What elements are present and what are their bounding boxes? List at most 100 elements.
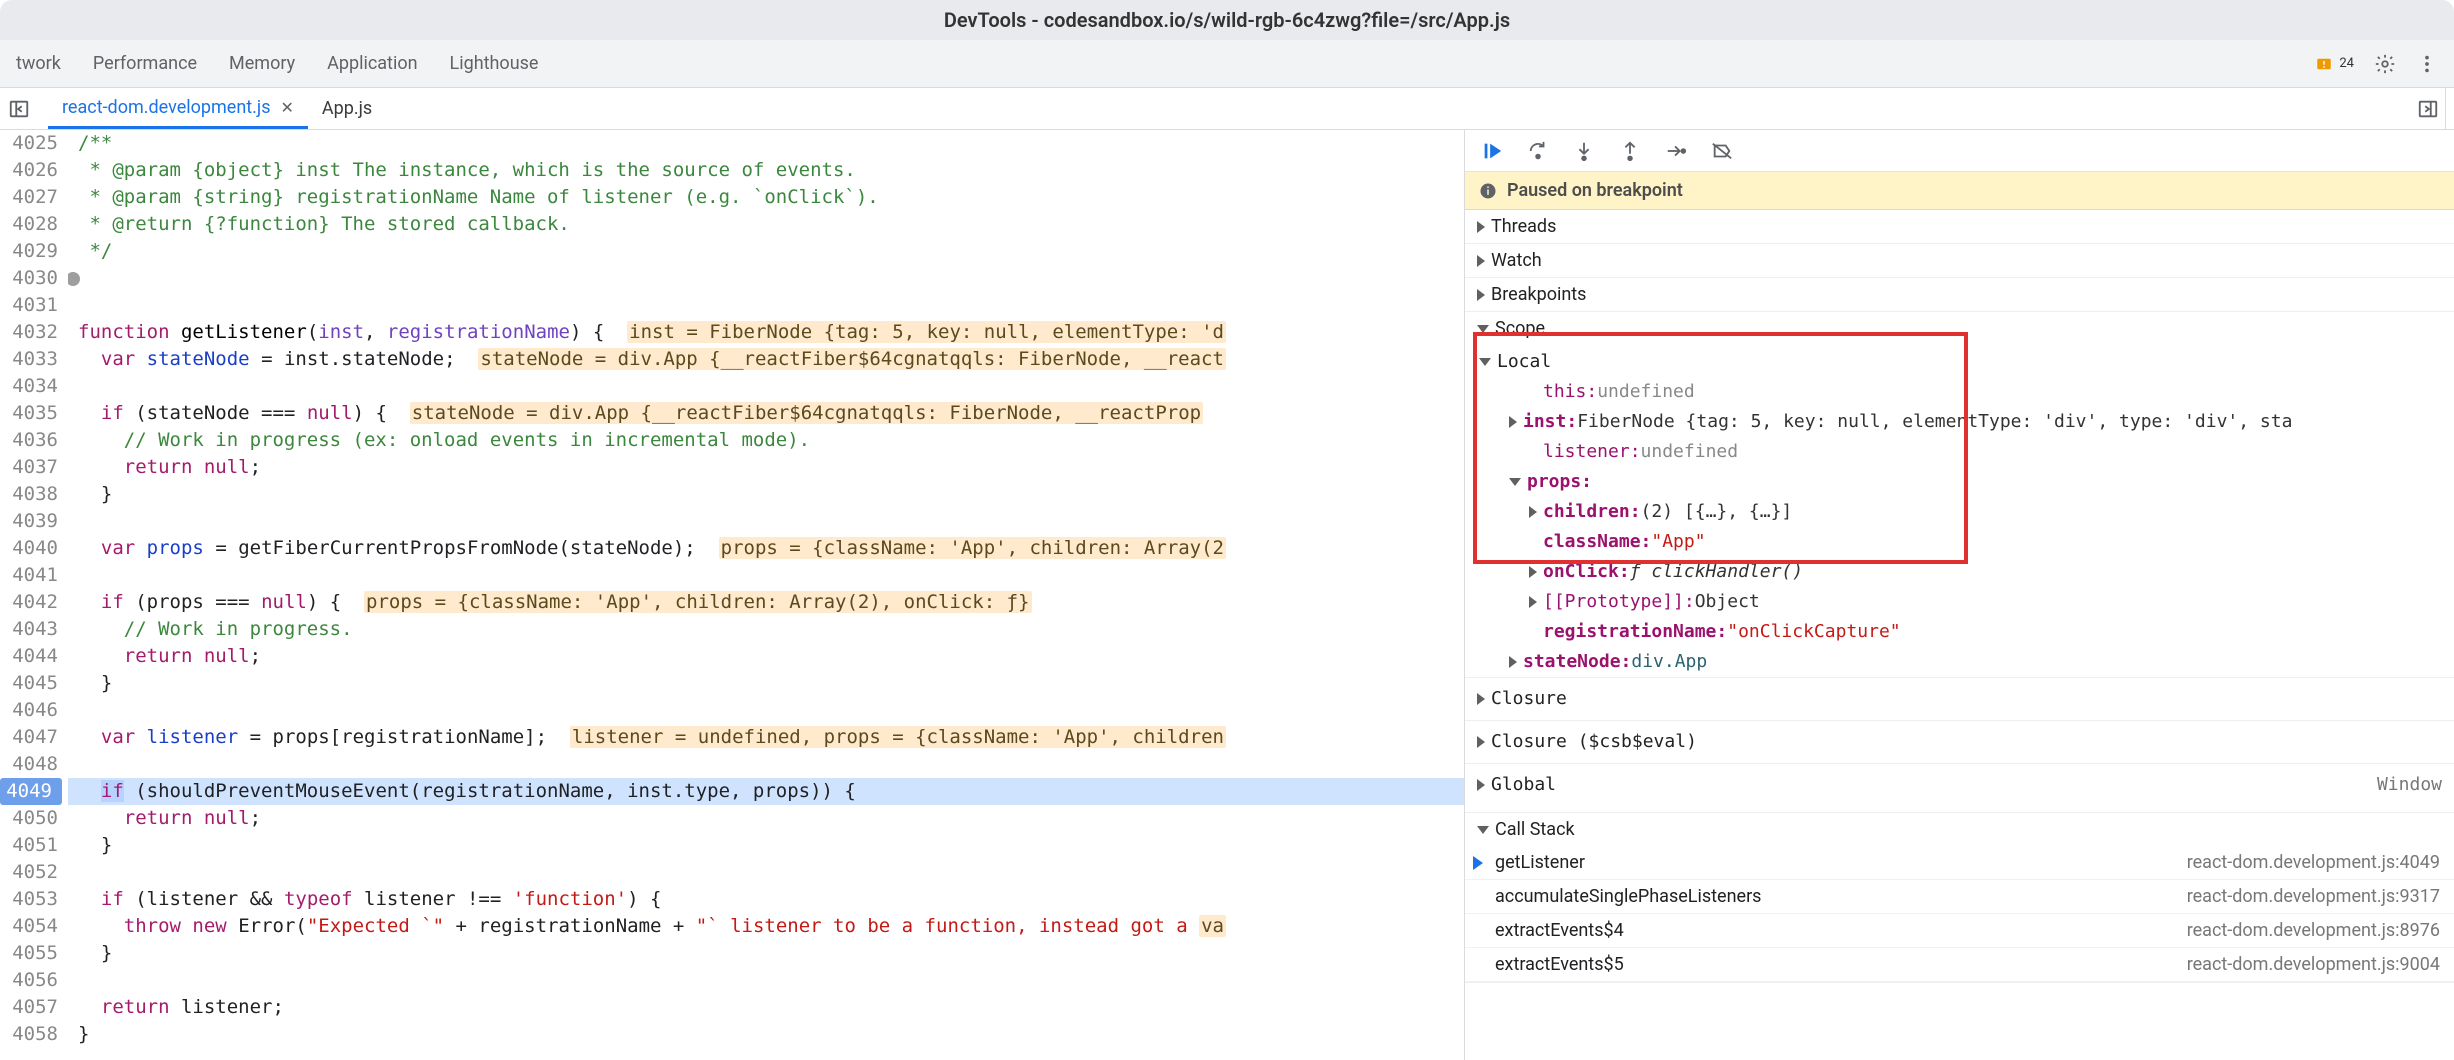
callstack-frame[interactable]: extractEvents$5react-dom.development.js:… [1465,948,2454,982]
resume-icon[interactable] [1481,140,1503,162]
line-number[interactable]: 4044 [0,643,58,670]
scope-local-header[interactable]: Local [1465,347,2454,377]
source-code-pane[interactable]: 4025402640274028402940304031403240334034… [0,130,1464,1060]
code-line[interactable]: } [68,481,1464,508]
code-line[interactable] [68,697,1464,724]
line-number[interactable]: 4049 [0,778,62,805]
code-line[interactable]: } [68,670,1464,697]
code-line[interactable]: throw new Error("Expected `" + registrat… [68,913,1464,940]
line-number[interactable]: 4030 [0,265,58,292]
toolbar-tab[interactable]: twork [16,53,61,74]
scope-variable-row[interactable]: this: undefined [1465,377,2454,407]
line-number[interactable]: 4031 [0,292,58,319]
section-header[interactable]: Breakpoints [1465,278,2454,311]
line-number[interactable]: 4058 [0,1021,58,1048]
line-number[interactable]: 4057 [0,994,58,1021]
section-header[interactable]: Watch [1465,244,2454,277]
toggle-debugger-icon[interactable] [2417,98,2439,120]
callstack-header[interactable]: Call Stack [1465,813,2454,846]
line-number[interactable]: 4026 [0,157,58,184]
line-number[interactable]: 4052 [0,859,58,886]
scope-variable-row[interactable]: [[Prototype]]: Object [1465,587,2454,617]
line-number[interactable]: 4025 [0,130,58,157]
code-line[interactable] [68,751,1464,778]
file-tab[interactable]: react-dom.development.js✕ [48,88,308,129]
kebab-icon[interactable] [2416,53,2438,75]
line-number[interactable]: 4034 [0,373,58,400]
line-number[interactable]: 4035 [0,400,58,427]
code-line[interactable]: if (props === null) { props = {className… [68,589,1464,616]
code-line[interactable]: if (shouldPreventMouseEvent(registration… [68,778,1464,805]
code-line[interactable]: var listener = props[registrationName]; … [68,724,1464,751]
scope-variable-row[interactable]: props: [1465,467,2454,497]
scope-variable-row[interactable]: listener: undefined [1465,437,2454,467]
line-number[interactable]: 4046 [0,697,58,724]
scope-closure-row[interactable]: GlobalWindow [1465,763,2454,806]
code-line[interactable] [68,967,1464,994]
code-line[interactable]: } [68,832,1464,859]
line-number[interactable]: 4050 [0,805,58,832]
line-number[interactable]: 4051 [0,832,58,859]
line-number[interactable]: 4055 [0,940,58,967]
line-number[interactable]: 4043 [0,616,58,643]
code-line[interactable] [68,562,1464,589]
code-line[interactable]: return null; [68,454,1464,481]
line-number[interactable]: 4053 [0,886,58,913]
scope-variable-row[interactable]: children: (2) [{…}, {…}] [1465,497,2454,527]
code-line[interactable]: function getListener(inst, registrationN… [68,319,1464,346]
step-icon[interactable] [1665,140,1687,162]
scope-variable-row[interactable]: onClick: ƒ clickHandler() [1465,557,2454,587]
code-line[interactable]: /** [68,130,1464,157]
line-number[interactable]: 4047 [0,724,58,751]
step-out-icon[interactable] [1619,140,1641,162]
code-line[interactable]: } [68,940,1464,967]
scope-closure-row[interactable]: Closure [1465,677,2454,720]
line-number[interactable]: 4045 [0,670,58,697]
code-line[interactable]: return null; [68,805,1464,832]
code-line[interactable]: } [68,1021,1464,1048]
code-line[interactable]: return listener; [68,994,1464,1021]
line-number[interactable]: 4039 [0,508,58,535]
toolbar-tab[interactable]: Lighthouse [450,53,539,74]
line-number[interactable]: 4056 [0,967,58,994]
close-icon[interactable]: ✕ [281,98,294,117]
line-number[interactable]: 4037 [0,454,58,481]
code-line[interactable]: * @param {string} registrationName Name … [68,184,1464,211]
toolbar-tab[interactable]: Memory [229,53,295,74]
file-tab[interactable]: App.js [308,88,386,129]
step-over-icon[interactable] [1527,140,1549,162]
deactivate-breakpoints-icon[interactable] [1711,140,1733,162]
scope-variable-row[interactable]: stateNode: div.App [1465,647,2454,677]
section-header[interactable]: Threads [1465,210,2454,243]
line-number[interactable]: 4033 [0,346,58,373]
code-line[interactable] [68,859,1464,886]
callstack-frame[interactable]: extractEvents$4react-dom.development.js:… [1465,914,2454,948]
code-line[interactable] [68,508,1464,535]
code-line[interactable]: */ [68,238,1464,265]
line-number[interactable]: 4040 [0,535,58,562]
line-number[interactable]: 4042 [0,589,58,616]
code-line[interactable]: return null; [68,643,1464,670]
step-into-icon[interactable] [1573,140,1595,162]
code-line[interactable]: * @param {object} inst The instance, whi… [68,157,1464,184]
code-line[interactable] [68,292,1464,319]
line-number[interactable]: 4036 [0,427,58,454]
line-number[interactable]: 4029 [0,238,58,265]
line-number[interactable]: 4032 [0,319,58,346]
code-line[interactable]: // Work in progress (ex: onload events i… [68,427,1464,454]
line-number[interactable]: 4027 [0,184,58,211]
code-line[interactable] [68,265,1464,292]
gear-icon[interactable] [2374,53,2396,75]
warnings-indicator[interactable]: 24 [2315,55,2354,73]
code-line[interactable]: var props = getFiberCurrentPropsFromNode… [68,535,1464,562]
scope-variable-row[interactable]: registrationName: "onClickCapture" [1465,617,2454,647]
line-number[interactable]: 4048 [0,751,58,778]
callstack-frame[interactable]: accumulateSinglePhaseListenersreact-dom.… [1465,880,2454,914]
scope-variable-row[interactable]: inst: FiberNode {tag: 5, key: null, elem… [1465,407,2454,437]
code-line[interactable] [68,373,1464,400]
toolbar-tab[interactable]: Performance [93,53,197,74]
line-number[interactable]: 4028 [0,211,58,238]
line-number[interactable]: 4041 [0,562,58,589]
show-navigator-icon[interactable] [8,98,30,120]
code-line[interactable]: if (stateNode === null) { stateNode = di… [68,400,1464,427]
